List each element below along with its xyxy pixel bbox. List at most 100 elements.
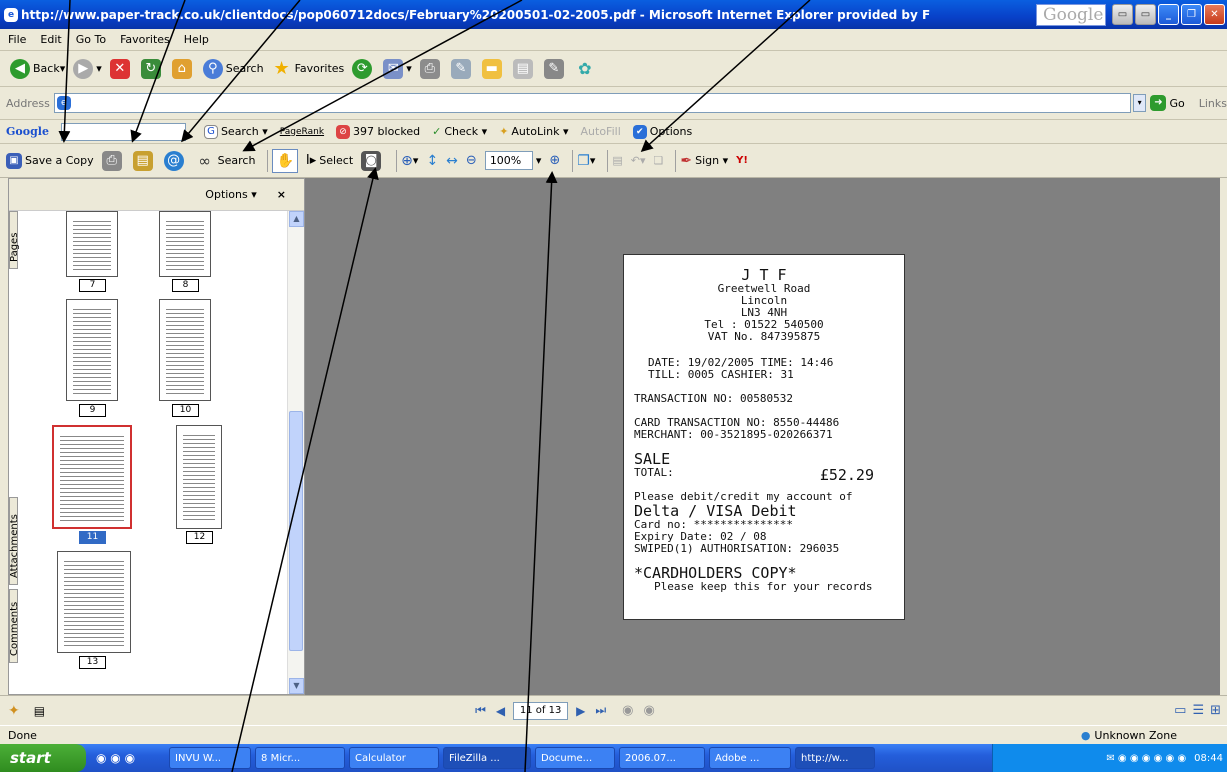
zoom-dropdown-icon[interactable]: ▾ <box>536 154 542 167</box>
menu-help[interactable]: Help <box>184 33 209 46</box>
back-button[interactable]: ◀ Back ▾ <box>10 58 65 79</box>
maximize-button[interactable]: ❐ <box>1181 4 1202 25</box>
taskbar-item[interactable]: Docume... <box>535 747 616 769</box>
start-button[interactable]: start <box>0 744 86 772</box>
acrobat-search-button[interactable]: ∞ Search <box>195 149 255 173</box>
taskbar-item[interactable]: 8 Micr... <box>255 747 346 769</box>
options-menu[interactable]: Options ▾ <box>205 188 256 201</box>
page-thumbnail[interactable] <box>176 425 222 529</box>
organizer-button[interactable]: ▤ <box>132 149 156 173</box>
scroll-down-icon[interactable]: ▼ <box>289 678 304 694</box>
tab-pages[interactable]: Pages <box>9 211 20 269</box>
close-button[interactable]: ✕ <box>1204 4 1225 25</box>
single-page-icon[interactable]: ▭ <box>1174 703 1186 718</box>
rotate-view-button[interactable]: ❐ ▾ <box>577 149 595 173</box>
autofill-button[interactable]: AutoFill <box>581 125 621 138</box>
page-number[interactable]: 9 <box>79 404 106 417</box>
continuous-icon[interactable]: ☰ <box>1192 703 1204 718</box>
menu-favorites[interactable]: Favorites <box>120 33 170 46</box>
taskbar-item[interactable]: INVU W... <box>169 747 252 769</box>
minimize-button[interactable]: _ <box>1158 4 1179 25</box>
page-layout-icon[interactable]: ▤ <box>34 704 45 718</box>
select-tool-button[interactable]: I▸ Select <box>306 149 353 173</box>
popup-blocked[interactable]: ⊘ 397 blocked <box>336 124 420 139</box>
research-button[interactable]: ▤ <box>512 58 536 79</box>
copy-button[interactable]: ❏ <box>654 149 664 173</box>
fit-width-button[interactable]: ↔ <box>446 149 458 173</box>
snapshot-tool-button[interactable]: ◙ <box>361 149 384 173</box>
page-thumbnail[interactable] <box>57 551 131 653</box>
hand-tool-button[interactable]: ✋ <box>272 148 298 173</box>
next-page-button[interactable]: ▶ <box>576 704 585 718</box>
tools-icon[interactable]: ✦ <box>8 703 20 719</box>
save-copy-button[interactable]: ▣ Save a Copy <box>6 149 94 173</box>
first-page-button[interactable]: ⏮ <box>475 703 486 718</box>
undo-button[interactable]: ↶ ▾ <box>631 149 646 173</box>
page-thumbnail[interactable] <box>159 299 211 401</box>
page-number[interactable]: 8 <box>172 279 199 292</box>
review-button[interactable]: ▤ <box>612 149 622 173</box>
page-number[interactable]: 10 <box>172 404 199 417</box>
next-view-button[interactable]: ◉ <box>644 703 655 718</box>
tray-icons[interactable]: ✉ ◉ ◉ ◉ ◉ ◉ ◉ <box>1106 753 1186 764</box>
spell-check-button[interactable]: ✓ Check ▾ <box>432 125 487 138</box>
previous-page-button[interactable]: ◀ <box>496 704 505 718</box>
mail-button[interactable]: ✉ ▾ <box>383 58 412 79</box>
taskbar-item[interactable]: FileZilla ... <box>443 747 532 769</box>
tab-comments[interactable]: Comments <box>9 589 20 663</box>
go-button[interactable]: ➜ Go <box>1150 95 1185 111</box>
page-number[interactable]: 7 <box>79 279 106 292</box>
yahoo-button[interactable]: Y! <box>736 149 748 173</box>
menu-goto[interactable]: Go To <box>76 33 106 46</box>
home-button[interactable]: ⌂ <box>171 58 195 79</box>
google-query-input[interactable] <box>60 122 186 141</box>
autolink-button[interactable]: ✦ AutoLink ▾ <box>499 125 568 138</box>
zoom-field[interactable]: 100% ▾ <box>484 149 542 173</box>
page-number-field[interactable]: 11 of 13 <box>513 701 569 720</box>
scrollbar-thumb[interactable] <box>289 411 303 651</box>
email-button[interactable]: @ <box>163 149 187 173</box>
address-field[interactable]: e <box>53 93 1131 113</box>
document-view[interactable]: J T F Greetwell Road Lincoln LN3 4NH Tel… <box>305 178 1220 695</box>
google-logo[interactable]: Google <box>6 125 49 138</box>
media-icon[interactable]: ▭ <box>1112 4 1133 25</box>
stop-button[interactable]: ✕ <box>109 58 133 79</box>
page-thumbnail[interactable] <box>159 211 211 277</box>
zoom-out-button[interactable]: ⊖ <box>466 149 477 173</box>
page-number[interactable]: 12 <box>186 531 213 544</box>
folder-button[interactable]: ▬ <box>481 58 505 79</box>
taskbar-item[interactable]: Calculator <box>349 747 440 769</box>
acrobat-print-button[interactable]: ⎙ <box>101 149 125 173</box>
taskbar-item-active[interactable]: http://w... <box>795 747 876 769</box>
favorites-button[interactable]: ★ Favorites <box>272 58 345 79</box>
edit-button[interactable]: ✎ <box>450 58 474 79</box>
menu-edit[interactable]: Edit <box>40 33 61 46</box>
sign-button[interactable]: ✒ Sign ▾ <box>680 149 728 173</box>
taskbar-item[interactable]: 2006.07... <box>619 747 706 769</box>
google-options-button[interactable]: ✔ Options <box>632 124 692 139</box>
print-button[interactable]: ⎙ <box>419 58 443 79</box>
ie-search-button[interactable]: ⚲ Search <box>202 58 264 79</box>
quick-launch-icons[interactable]: ◉ ◉ ◉ <box>96 751 135 765</box>
links-label[interactable]: Links <box>1199 97 1227 110</box>
facing-icon[interactable]: ⊞ <box>1210 703 1221 718</box>
refresh-button[interactable]: ↻ <box>140 58 164 79</box>
scroll-up-icon[interactable]: ▲ <box>289 211 304 227</box>
menu-file[interactable]: File <box>8 33 26 46</box>
history-button[interactable]: ⟳ <box>352 58 375 79</box>
pagerank-indicator[interactable]: PageRank <box>280 127 324 137</box>
google-search-box[interactable]: Google <box>1036 3 1106 26</box>
address-dropdown[interactable]: ▾ <box>1132 94 1147 112</box>
forward-button[interactable]: ▶ ▾ <box>73 58 102 79</box>
page-thumbnail[interactable] <box>66 211 118 277</box>
zoom-in-tool-button[interactable]: ⊕ ▾ <box>401 149 418 173</box>
previous-view-button[interactable]: ◉ <box>622 703 633 718</box>
page-thumbnail[interactable] <box>66 299 118 401</box>
taskbar-item[interactable]: Adobe ... <box>709 747 792 769</box>
toolbar-icon[interactable]: ▭ <box>1135 4 1156 25</box>
fit-page-button[interactable]: ↕ <box>426 149 438 173</box>
pages-scrollbar[interactable]: ▲ ▼ <box>287 211 304 694</box>
messenger-button[interactable]: ✎ <box>543 58 567 79</box>
page-number-selected[interactable]: 11 <box>79 531 106 544</box>
close-panel-button[interactable]: × <box>277 188 286 201</box>
